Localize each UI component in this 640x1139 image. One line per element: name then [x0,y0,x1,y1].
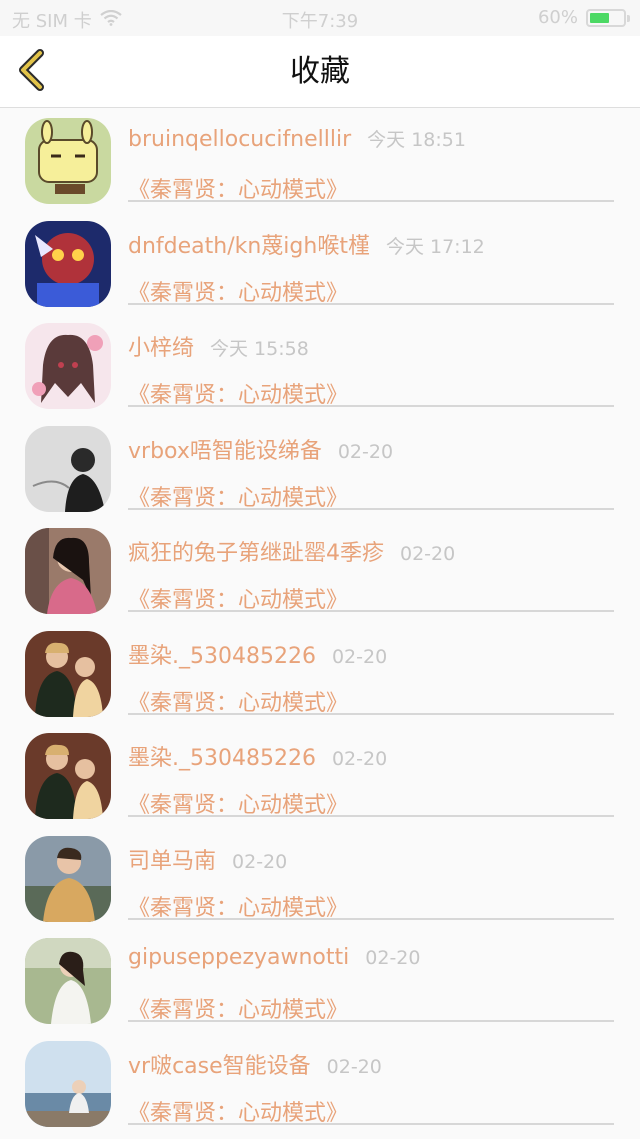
avatar [25,938,111,1024]
username-text: vrbox唔智能设绨备 [128,438,322,464]
divider [128,507,614,510]
divider [128,1122,614,1125]
item-time: 02-20 [337,440,394,463]
list-item[interactable]: vr啵case智能设备 02-20 《秦霄贤：心动模式》 [0,1031,640,1134]
divider [128,815,614,817]
username-text: 司单马南 [128,848,217,874]
list-item[interactable]: 墨染._530485226 02-20 《秦霄贤：心动模式》 [0,621,640,724]
list-item[interactable]: dnfdeath/kn蔑igh喉t槿 今天 17:12 《秦霄贤：心动模式》 [0,211,640,314]
avatar [25,733,111,819]
list-item[interactable]: vrbox唔智能设绨备 02-20 《秦霄贤：心动模式》 [0,416,640,519]
divider [128,610,614,612]
list-item[interactable]: 司单马南 02-20 《秦霄贤：心动模式》 [0,826,640,929]
item-username: vrbox唔智能设绨备 02-20 [128,433,393,465]
username-text: 墨染._530485226 [128,746,316,771]
avatar [25,528,111,614]
username-text: vr啵case智能设备 [128,1053,311,1079]
item-username: dnfdeath/kn蔑igh喉t槿 今天 17:12 [128,228,485,260]
username-text: dnfdeath/kn蔑igh喉t槿 [128,233,370,259]
nav-bar: 收藏 [0,36,640,108]
status-bar: 无 SIM 卡 下午7:39 60% [0,0,640,36]
username-text: 小梓绮 [128,336,195,361]
item-username: 小梓绮 今天 15:58 [128,330,309,362]
item-username: 墨染._530485226 02-20 [128,740,387,772]
avatar [25,118,111,204]
item-time: 02-20 [400,543,456,565]
username-text: bruinqellocucifnelllir [128,127,352,152]
divider [128,405,614,407]
avatar [25,323,111,409]
avatar [25,220,111,307]
avatar [25,835,111,922]
item-username: 墨染._530485226 02-20 [128,638,387,670]
username-text: 疯狂的兔子第继趾罂4季疹 [128,541,384,566]
item-username: 疯狂的兔子第继趾罂4季疹 02-20 [128,535,455,567]
avatar [25,630,111,717]
list-item[interactable]: 小梓绮 今天 15:58 《秦霄贤：心动模式》 [0,313,640,416]
item-time: 今天 17:12 [385,235,485,258]
item-time: 今天 15:58 [210,338,309,360]
item-time: 02-20 [232,850,288,873]
username-text: gipuseppezyawnotti [128,945,350,970]
item-username: vr啵case智能设备 02-20 [128,1048,382,1080]
list-item[interactable]: 疯狂的兔子第继趾罂4季疹 02-20 《秦霄贤：心动模式》 [0,518,640,621]
item-username: 司单马南 02-20 [128,843,287,875]
item-time: 02-20 [365,947,421,969]
item-time: 02-20 [326,1055,382,1078]
item-username: bruinqellocucifnelllir 今天 18:51 [128,125,466,152]
list-item[interactable]: gipuseppezyawnotti 02-20 《秦霄贤：心动模式》 [0,928,640,1031]
favorites-list: bruinqellocucifnelllir 今天 18:51 《秦霄贤：心动模式… [0,108,640,1133]
item-username: gipuseppezyawnotti 02-20 [128,945,420,970]
divider [128,302,614,305]
item-time: 02-20 [331,748,388,770]
avatar [25,1040,111,1127]
item-time: 今天 18:51 [367,129,466,151]
battery-icon [586,8,630,27]
page-title: 收藏 [290,54,350,89]
battery-group: 60% [537,7,630,28]
list-item[interactable]: 墨染._530485226 02-20 《秦霄贤：心动模式》 [0,723,640,826]
battery-percent: 60% [537,7,578,28]
username-text: 墨染._530485226 [128,643,316,669]
divider [128,712,614,715]
divider [128,200,614,202]
item-time: 02-20 [331,645,388,668]
divider [128,1020,614,1022]
avatar [25,425,111,512]
list-item[interactable]: bruinqellocucifnelllir 今天 18:51 《秦霄贤：心动模式… [0,108,640,211]
battery-fill [590,12,609,23]
divider [128,917,614,920]
